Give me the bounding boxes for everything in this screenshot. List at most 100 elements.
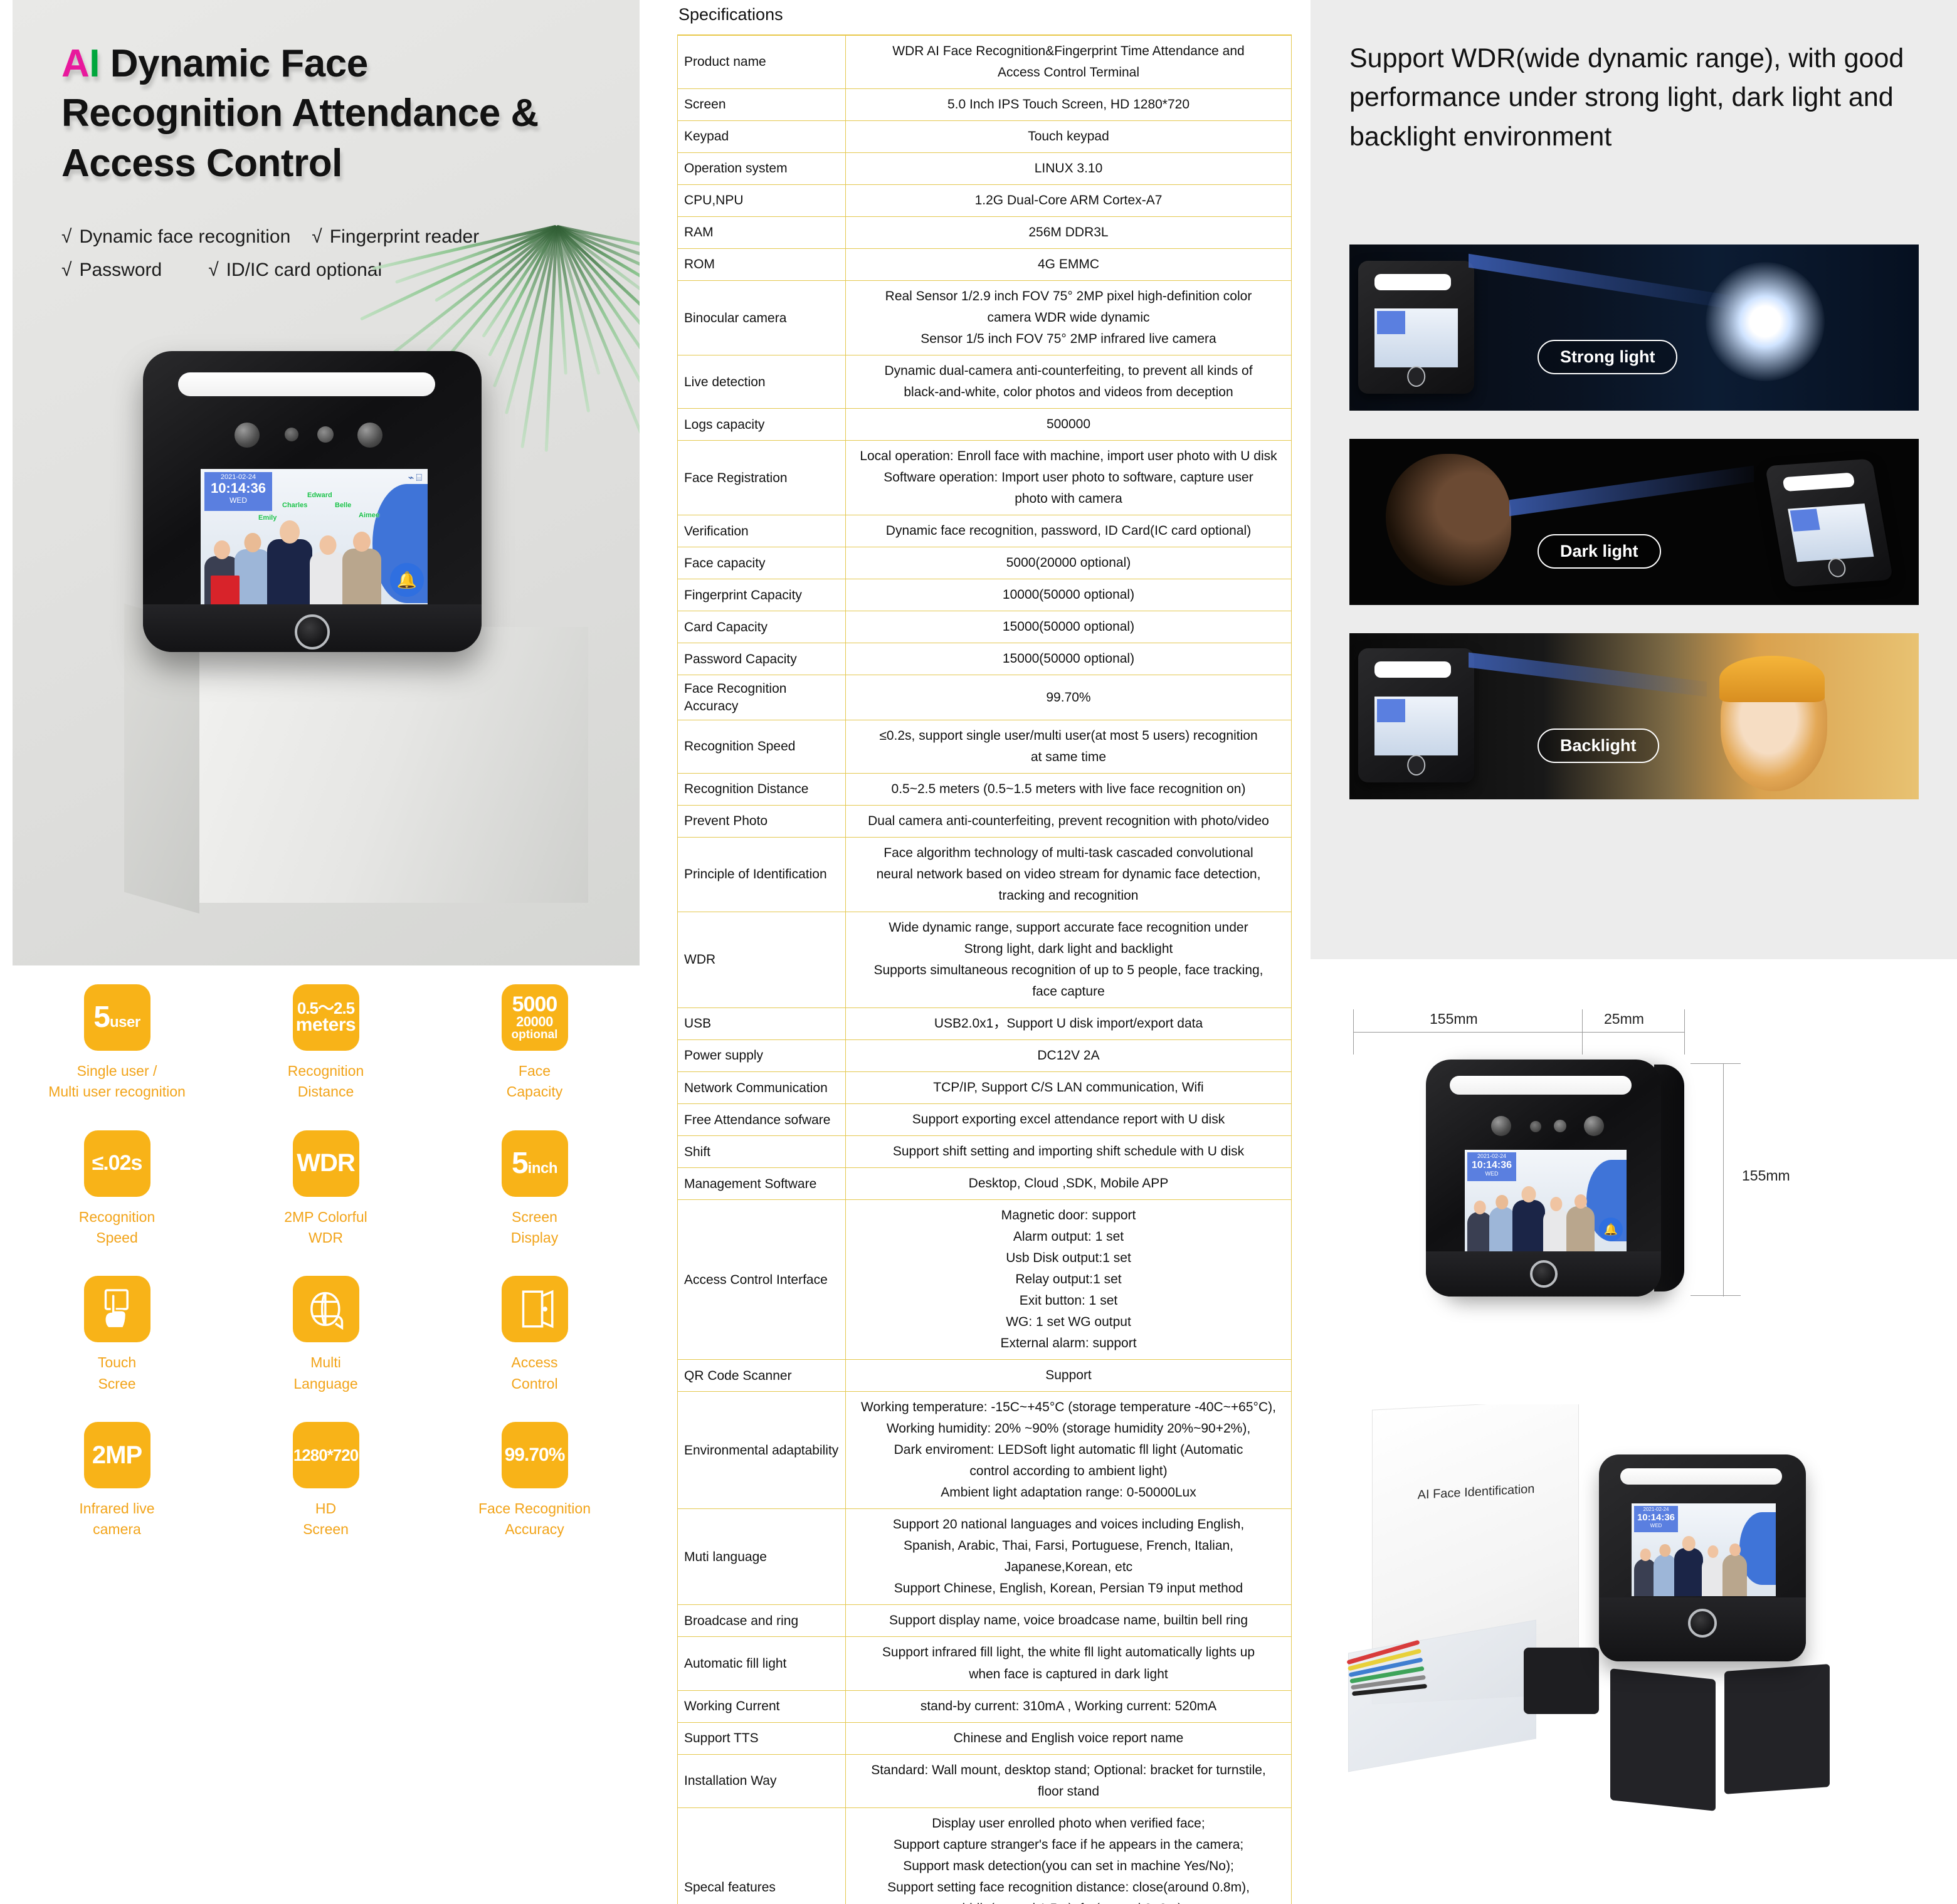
spec-key: USB — [678, 1008, 846, 1040]
spec-key: Access Control Interface — [678, 1200, 846, 1360]
camera-lens-group — [235, 421, 391, 448]
specifications-column: Specifications Product name WDR AI Face R… — [677, 0, 1292, 1904]
spec-key: Principle of Identification — [678, 838, 846, 912]
table-row: Network Communication TCP/IP, Support C/S… — [678, 1072, 1292, 1104]
badge-caption: Infrared live camera — [79, 1498, 154, 1540]
feature-badge: Touch Scree — [13, 1276, 221, 1394]
badge-caption: Single user / Multi user recognition — [48, 1061, 186, 1103]
spec-key: Password Capacity — [678, 643, 846, 675]
spec-value: 15000(50000 optional) — [846, 611, 1292, 643]
left-column: AI Dynamic Face Recognition Attendance &… — [0, 0, 652, 1904]
beanie-hat — [1719, 656, 1825, 702]
table-row: Support TTS Chinese and English voice rep… — [678, 1722, 1292, 1754]
spec-key: Keypad — [678, 121, 846, 153]
spec-value: TCP/IP, Support C/S LAN communication, W… — [846, 1072, 1292, 1104]
spec-key: CPU,NPU — [678, 185, 846, 217]
table-row: Face Recognition Accuracy 99.70% — [678, 675, 1292, 720]
infrared-camera-icon — [1584, 1116, 1604, 1136]
feature-badge: WDR 2MP Colorful WDR — [221, 1130, 430, 1249]
badge-value: 5 — [512, 1149, 528, 1178]
screen-weekday: WED — [204, 496, 272, 505]
table-row: Recognition Distance 0.5~2.5 meters (0.5~… — [678, 773, 1292, 805]
spec-value: Support — [846, 1360, 1292, 1392]
fingerprint-sensor[interactable] — [1688, 1609, 1717, 1638]
spec-key: Face Recognition Accuracy — [678, 675, 846, 720]
screen-people-photo — [204, 514, 386, 614]
light-bar — [178, 372, 435, 396]
spec-key: Prevent Photo — [678, 805, 846, 837]
dim-height-bottom — [1691, 1295, 1741, 1296]
spec-key: Recognition Speed — [678, 720, 846, 773]
table-row: Broadcase and ring Support display name, … — [678, 1605, 1292, 1637]
spec-value: 256M DDR3L — [846, 217, 1292, 249]
spec-key: QR Code Scanner — [678, 1360, 846, 1392]
spec-key: ROM — [678, 249, 846, 281]
spec-key: Power supply — [678, 1040, 846, 1072]
badge-caption: Face Recognition Accuracy — [478, 1498, 591, 1540]
spec-key: Product name — [678, 35, 846, 89]
table-row: Shift Support shift setting and importing… — [678, 1136, 1292, 1168]
title-ai-i: I — [89, 42, 100, 85]
table-row: Environmental adaptability Working temper… — [678, 1392, 1292, 1509]
badge-tile: 5 user — [84, 984, 150, 1051]
spec-key: Verification — [678, 515, 846, 547]
desktop-stand-bracket — [1724, 1664, 1830, 1794]
spec-value: Support infrared fill light, the white f… — [846, 1637, 1292, 1690]
spec-key: Automatic fill light — [678, 1637, 846, 1690]
spec-key: Logs capacity — [678, 409, 846, 441]
table-row: WDR Wide dynamic range, support accurate … — [678, 912, 1292, 1008]
spec-key: Installation Way — [678, 1754, 846, 1807]
screen-date: 2021-02-24 — [1467, 1154, 1516, 1160]
spec-value: Wide dynamic range, support accurate fac… — [846, 912, 1292, 1008]
spec-value: Standard: Wall mount, desktop stand; Opt… — [846, 1754, 1292, 1807]
table-row: Face capacity 5000(20000 optional) — [678, 547, 1292, 579]
badge-tile: WDR — [293, 1130, 359, 1197]
spec-value: Support shift setting and importing shif… — [846, 1136, 1292, 1168]
spec-value: ≤0.2s, support single user/multi user(at… — [846, 720, 1292, 773]
spec-key: Fingerprint Capacity — [678, 579, 846, 611]
spec-key: WDR — [678, 912, 846, 1008]
detection-beam — [1509, 466, 1754, 517]
spec-key: Management Software — [678, 1168, 846, 1200]
spec-key: Broadcase and ring — [678, 1605, 846, 1637]
screen-name-1: Charles — [282, 502, 307, 509]
right-column: Support WDR(wide dynamic range), with go… — [1311, 0, 1957, 1904]
badge-value: 99.70% — [505, 1446, 565, 1465]
wdr-label-backlight: Backlight — [1538, 728, 1659, 763]
badge-value: ≤.02s — [92, 1153, 142, 1174]
device-screen: 2021-02-24 10:14:36 WED 🔔 — [1465, 1150, 1627, 1254]
badge-tile: 99.70% — [502, 1422, 568, 1488]
badge-value: 1280*720 — [293, 1448, 358, 1463]
badge-caption: Multi Language — [293, 1352, 357, 1394]
dim-tick-vertical — [1723, 1063, 1724, 1297]
table-row: CPU,NPU 1.2G Dual-Core ARM Cortex-A7 — [678, 185, 1292, 217]
fingerprint-sensor[interactable] — [295, 614, 330, 650]
badge-tile: ≤.02s — [84, 1130, 150, 1197]
spec-value: 4G EMMC — [846, 249, 1292, 281]
badge-value: 2MP — [92, 1443, 142, 1467]
spec-value: Real Sensor 1/2.9 inch FOV 75° 2MP pixel… — [846, 281, 1292, 355]
spec-value: Support 20 national languages and voices… — [846, 1509, 1292, 1605]
pedestal — [187, 627, 588, 903]
table-row: Operation system LINUX 3.10 — [678, 153, 1292, 185]
spec-key: Recognition Distance — [678, 773, 846, 805]
spec-value: Dynamic face recognition, password, ID C… — [846, 515, 1292, 547]
badge-subvalue: 20000 — [516, 1015, 553, 1029]
globe-speech-icon — [303, 1286, 349, 1332]
feature-badge: Access Control — [430, 1276, 639, 1394]
hero-bullet-1: √ Fingerprint reader — [312, 221, 479, 254]
spec-key: Live detection — [678, 355, 846, 409]
spec-value: 5000(20000 optional) — [846, 547, 1292, 579]
dim-tick-right — [1684, 1009, 1685, 1055]
badge-row: 5 user Single user / Multi user recognition… — [13, 984, 640, 1103]
screen-person — [1566, 1194, 1595, 1254]
badge-tile: 5 inch — [502, 1130, 568, 1197]
badge-caption: Touch Scree — [98, 1352, 136, 1394]
screen-person — [310, 535, 346, 614]
fingerprint-sensor[interactable] — [1530, 1260, 1558, 1288]
badge-caption: 2MP Colorful WDR — [284, 1207, 367, 1249]
table-row: Specal features Display user enrolled pho… — [678, 1807, 1292, 1904]
infrared-camera-icon — [357, 423, 382, 448]
spec-key: Specal features — [678, 1807, 846, 1904]
dim-tick-mid — [1582, 1009, 1583, 1055]
